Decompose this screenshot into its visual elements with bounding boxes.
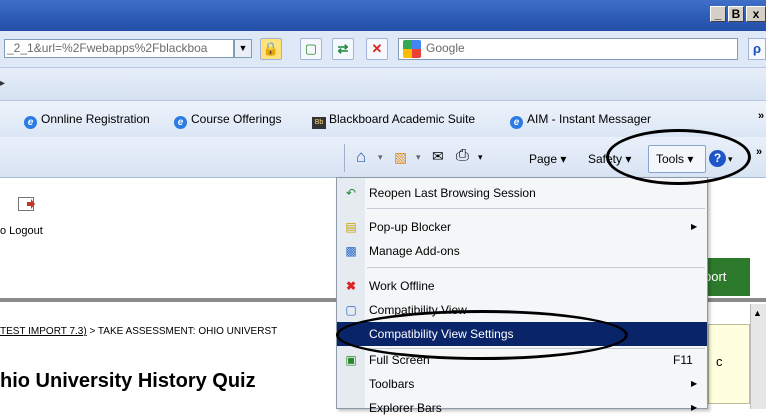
ie-icon: e <box>174 116 187 129</box>
breadcrumb-link[interactable]: TEST IMPORT 7.3) <box>0 326 87 337</box>
menu-item-label: Explorer Bars <box>369 401 442 415</box>
submenu-arrow-icon: ▶ <box>691 222 698 231</box>
favorite-onnline-registration[interactable]: e Onnline Registration <box>24 112 150 129</box>
menu-item-explorer-bars[interactable]: Explorer Bars ▶ <box>337 396 707 420</box>
menu-item-work-offline[interactable]: ✖ Work Offline <box>337 274 707 298</box>
breadcrumb: TEST IMPORT 7.3) > TAKE ASSESSMENT: OHIO… <box>0 326 277 337</box>
addons-icon: ▩ <box>345 244 357 258</box>
home-dropdown-icon[interactable]: ▾ <box>378 152 383 163</box>
minimize-button[interactable]: _ <box>710 6 726 22</box>
help-dropdown-icon[interactable]: ▾ <box>728 154 733 165</box>
search-button[interactable]: ρ <box>748 38 766 60</box>
favorite-label: Blackboard Academic Suite <box>329 112 476 126</box>
safety-menu-button[interactable]: Safety ▾ <box>588 152 631 166</box>
vertical-scrollbar[interactable] <box>750 304 766 409</box>
submenu-arrow-icon: ▶ <box>691 403 698 412</box>
scroll-up-icon[interactable]: ▲ <box>753 308 762 318</box>
menu-item-label: Reopen Last Browsing Session <box>369 186 536 200</box>
reopen-icon: ↶ <box>345 186 357 200</box>
menu-item-label: Manage Add-ons <box>369 244 460 258</box>
refresh-icon[interactable]: ⇄ <box>332 38 354 60</box>
print-dropdown-icon[interactable]: ▾ <box>478 152 483 163</box>
home-icon[interactable]: ⌂ <box>356 147 366 167</box>
menu-item-label: Compatibility View Settings <box>369 327 514 341</box>
menu-item-label: Toolbars <box>369 377 415 391</box>
offline-icon: ✖ <box>345 279 357 293</box>
favorite-aim[interactable]: e AIM - Instant Messager <box>510 112 651 129</box>
address-dropdown-button[interactable]: ▼ <box>234 39 252 58</box>
menu-item-label: Work Offline <box>369 279 435 293</box>
breadcrumb-current: > TAKE ASSESSMENT: OHIO UNIVERST <box>86 326 278 337</box>
fullscreen-icon: ▣ <box>345 353 357 367</box>
tools-menu-button[interactable]: Tools ▾ <box>656 152 693 166</box>
maximize-button[interactable]: B <box>728 6 744 22</box>
mail-icon[interactable]: ✉ <box>432 148 444 165</box>
favorite-label: Course Offerings <box>191 112 282 126</box>
lock-icon[interactable]: 🔒 <box>260 38 282 60</box>
menu-item-label: Pop-up Blocker <box>369 220 452 234</box>
favorite-blackboard[interactable]: Bb Blackboard Academic Suite <box>312 112 475 129</box>
compat-view-icon[interactable]: ▢ <box>300 38 322 60</box>
menu-item-shortcut: F11 <box>673 353 693 367</box>
google-icon <box>403 40 421 58</box>
window-title-bar <box>0 0 766 31</box>
popup-blocker-icon: ▤ <box>345 220 357 234</box>
ie-icon: e <box>510 116 523 129</box>
favorite-label: AIM - Instant Messager <box>527 112 652 126</box>
menu-bar <box>0 68 766 101</box>
menu-item-full-screen[interactable]: ▣ Full Screen F11 <box>337 348 707 372</box>
menu-item-toolbars[interactable]: Toolbars ▶ <box>337 372 707 396</box>
menu-item-label: Compatibility View <box>369 303 467 317</box>
favorites-overflow-icon[interactable]: » <box>758 110 764 122</box>
command-bar-overflow-icon[interactable]: » <box>756 146 762 158</box>
page-title: hio University History Quiz <box>0 370 256 392</box>
menu-item-reopen-session[interactable]: ↶ Reopen Last Browsing Session <box>337 181 707 205</box>
page-menu-button[interactable]: Page ▾ <box>529 152 566 166</box>
menu-item-compatibility-view[interactable]: ▢ Compatibility View <box>337 298 707 322</box>
address-input[interactable]: _2_1&url=%2Fwebapps%2Fblackboa <box>4 39 234 58</box>
print-icon[interactable]: ⎙ <box>456 147 469 165</box>
close-button[interactable]: x <box>746 6 766 22</box>
menu-item-popup-blocker[interactable]: ▤ Pop-up Blocker ▶ <box>337 215 707 239</box>
menu-separator <box>367 267 705 268</box>
command-bar-divider <box>344 144 345 172</box>
menu-bar-overflow-icon[interactable]: ▸ <box>0 78 5 89</box>
feeds-dropdown-icon[interactable]: ▾ <box>416 152 421 163</box>
search-engine-label: Google <box>426 41 465 55</box>
stop-icon[interactable]: ✕ <box>366 38 388 60</box>
compat-icon: ▢ <box>345 303 357 317</box>
ie-icon: e <box>24 116 37 129</box>
bb-icon: Bb <box>312 117 326 129</box>
favorite-label: Onnline Registration <box>41 112 150 126</box>
logout-link[interactable]: o Logout <box>0 225 43 237</box>
menu-item-label: Full Screen <box>369 353 430 367</box>
tools-dropdown-menu: ↶ Reopen Last Browsing Session ▤ Pop-up … <box>336 177 708 415</box>
info-box-text: c <box>716 354 723 369</box>
menu-separator <box>367 208 705 209</box>
submenu-arrow-icon: ▶ <box>691 379 698 388</box>
feeds-icon[interactable]: ▧ <box>394 149 407 166</box>
favorite-course-offerings[interactable]: e Course Offerings <box>174 112 282 129</box>
help-icon[interactable]: ? <box>709 150 726 167</box>
info-box <box>708 324 750 404</box>
menu-item-manage-addons[interactable]: ▩ Manage Add-ons <box>337 239 707 263</box>
menu-item-compatibility-view-settings[interactable]: Compatibility View Settings <box>337 322 707 346</box>
